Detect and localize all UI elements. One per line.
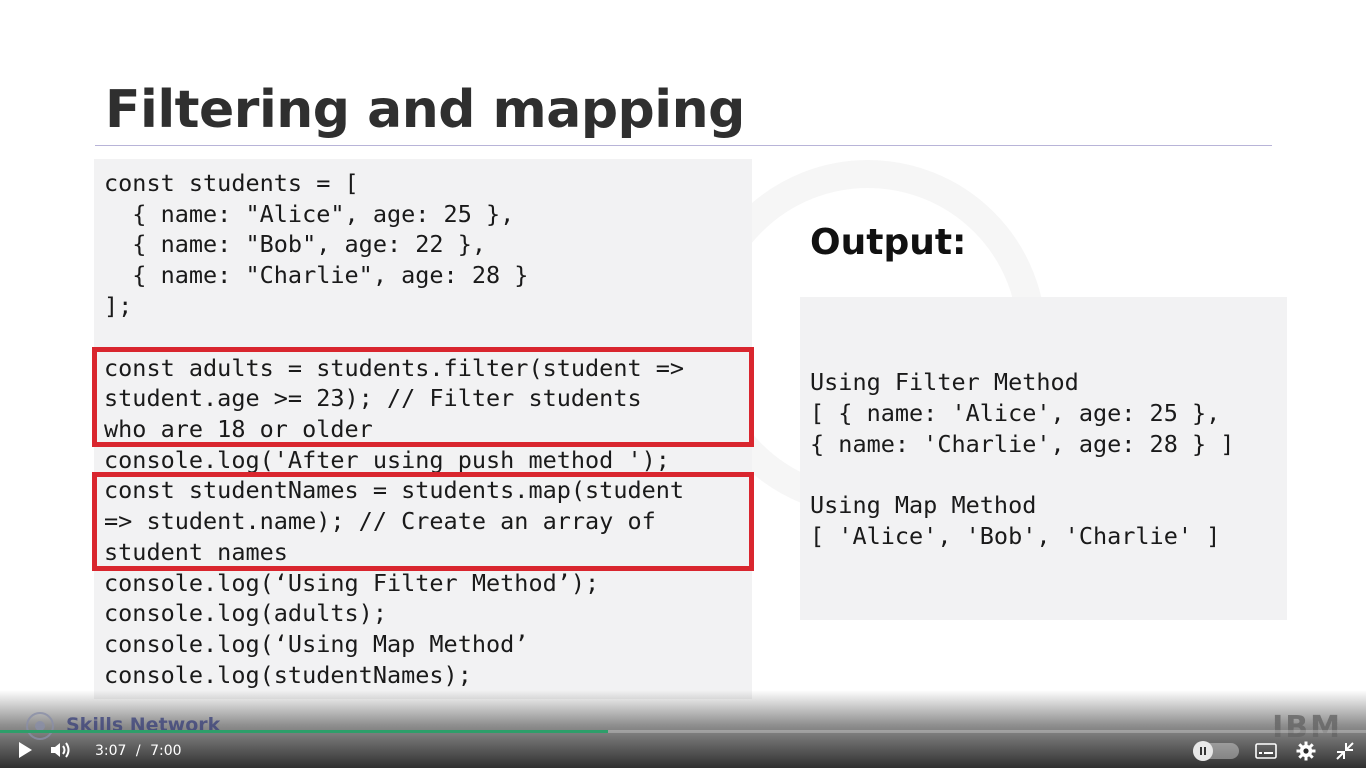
captions-button[interactable] — [1254, 740, 1278, 762]
exit-fullscreen-icon — [1336, 742, 1354, 760]
code-line: ]; — [104, 292, 133, 320]
code-line: console.log(‘Using Map Method’ — [104, 630, 529, 658]
pause-icon — [1193, 741, 1213, 761]
slide: Filtering and mapping const students = [… — [0, 0, 1366, 768]
autopause-toggle[interactable] — [1193, 741, 1239, 761]
code-line: console.log(adults); — [104, 599, 387, 627]
code-line: console.log('After using push method '); — [104, 446, 670, 474]
slide-title: Filtering and mapping — [105, 80, 745, 140]
duration: 7:00 — [150, 743, 182, 759]
play-button[interactable] — [12, 737, 38, 763]
code-line: { name: "Charlie", age: 28 } — [104, 261, 529, 289]
code-line: { name: "Alice", age: 25 }, — [104, 200, 515, 228]
current-time: 3:07 — [95, 743, 127, 759]
map-highlight-box — [92, 472, 754, 571]
exit-fullscreen-button[interactable] — [1333, 740, 1357, 762]
captions-icon — [1255, 743, 1277, 759]
output-line: [ 'Alice', 'Bob', 'Charlie' ] — [810, 522, 1221, 550]
output-line: Using Filter Method — [810, 368, 1079, 396]
settings-button[interactable] — [1294, 740, 1318, 762]
player-controls — [0, 733, 1366, 768]
code-line: const students = [ — [104, 169, 359, 197]
title-divider — [95, 145, 1272, 146]
time-display: 3:07 / 7:00 — [95, 742, 182, 760]
output-line: Using Map Method — [810, 491, 1037, 519]
gear-icon — [1296, 741, 1316, 761]
output-label: Output: — [810, 222, 967, 263]
code-line: console.log(‘Using Filter Method’); — [104, 569, 600, 597]
filter-highlight-box — [92, 347, 754, 447]
output-line: { name: 'Charlie', age: 28 } ] — [810, 430, 1235, 458]
volume-button[interactable] — [47, 737, 75, 763]
output-line: [ { name: 'Alice', age: 25 }, — [810, 399, 1221, 427]
volume-icon — [51, 742, 70, 758]
time-separator: / — [135, 743, 141, 759]
code-line: { name: "Bob", age: 22 }, — [104, 230, 487, 258]
play-icon — [19, 742, 32, 758]
code-line: console.log(studentNames); — [104, 661, 472, 689]
